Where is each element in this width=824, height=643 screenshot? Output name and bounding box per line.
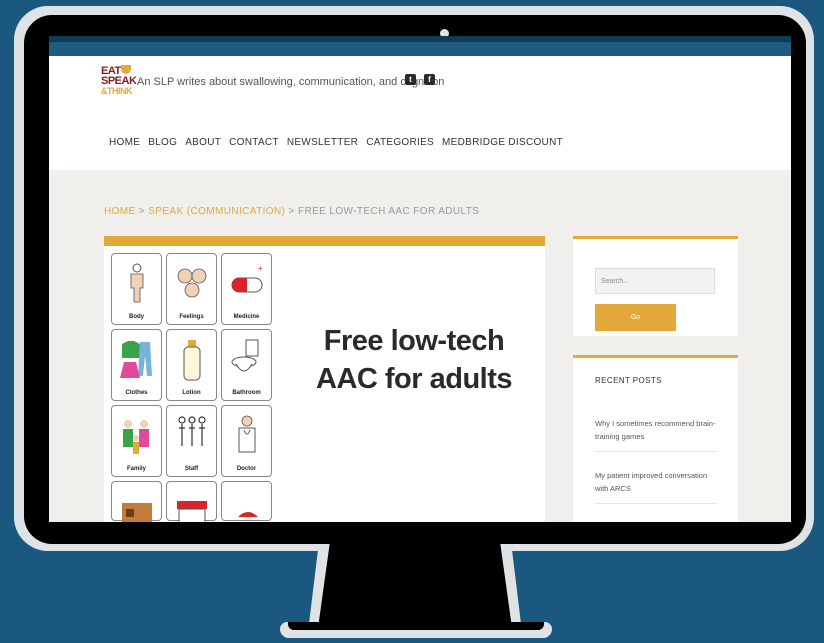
breadcrumb-separator: > — [285, 206, 298, 217]
article-title[interactable]: Free low-tech AAC for adults — [304, 322, 524, 398]
aac-label: Family — [126, 466, 146, 472]
logo-line-3: &THINK — [101, 86, 133, 96]
svg-text:+: + — [258, 264, 263, 273]
breadcrumb-current: FREE LOW-TECH AAC FOR ADULTS — [297, 206, 480, 217]
recent-posts-title: RECENT POSTS — [595, 376, 662, 385]
top-bar — [49, 36, 791, 56]
stage: EAT SPEAK &THINK An SLP writes about swa… — [0, 0, 824, 643]
body-icon — [130, 263, 144, 303]
nav-about[interactable]: ABOUT — [185, 137, 221, 148]
aac-cell-feelings: Feelings — [166, 253, 217, 325]
main-nav: HOME BLOG ABOUT CONTACT NEWSLETTER CATEG… — [109, 137, 563, 148]
monitor-stand — [318, 544, 512, 628]
site-logo[interactable]: EAT SPEAK &THINK — [101, 65, 137, 96]
logo-line-2: SPEAK — [101, 75, 137, 87]
twitter-icon[interactable]: t — [405, 74, 416, 85]
aac-label: Feelings — [179, 314, 204, 320]
aac-cell-clothes: Clothes — [111, 329, 162, 401]
breadcrumb: HOME > SPEAK (COMMUNICATION) > FREE LOW-… — [104, 206, 479, 217]
aac-cell-medicine: + Medicine — [221, 253, 272, 325]
site-header: EAT SPEAK &THINK An SLP writes about swa… — [49, 56, 791, 170]
browser-screen: EAT SPEAK &THINK An SLP writes about swa… — [49, 36, 791, 522]
aac-cell-doctor: Doctor — [221, 405, 272, 477]
aac-cell-partial — [166, 481, 217, 522]
aac-label: Lotion — [182, 390, 201, 396]
article-title-line-1: Free low-tech — [323, 325, 505, 357]
article-card: Body Feelings + Medicine Clothes Lotion — [104, 236, 545, 522]
lotion-icon — [183, 340, 201, 381]
breadcrumb-category[interactable]: SPEAK (COMMUNICATION) — [148, 206, 285, 217]
shop-awning-icon — [177, 501, 207, 522]
aac-cell-partial — [221, 481, 272, 521]
search-widget: Search.. Go — [573, 236, 738, 336]
nav-blog[interactable]: BLOG — [148, 137, 177, 148]
breadcrumb-home[interactable]: HOME — [104, 206, 136, 217]
site-tagline: An SLP writes about swallowing, communic… — [137, 76, 445, 88]
breadcrumb-separator: > — [135, 206, 149, 217]
aac-label: Bathroom — [232, 390, 261, 396]
aac-label: Clothes — [125, 390, 148, 396]
recent-post-link[interactable]: My patient improved conversation with AR… — [595, 469, 717, 504]
red-object-icon — [238, 512, 258, 517]
aac-cell-lotion: Lotion — [166, 329, 217, 401]
toilet-icon — [231, 339, 259, 372]
doctor-icon — [238, 415, 256, 453]
facebook-icon[interactable]: f — [424, 74, 435, 85]
aac-label: Doctor — [236, 466, 257, 472]
staff-icon — [178, 416, 206, 446]
nav-contact[interactable]: CONTACT — [229, 137, 279, 148]
pill-icon: + — [231, 264, 263, 293]
recent-post-link[interactable]: Why I sometimes recommend brain-training… — [595, 417, 717, 452]
article-accent-bar — [104, 236, 545, 246]
aac-cell-body: Body — [111, 253, 162, 325]
aac-label: Medicine — [233, 314, 260, 320]
aac-cell-family: Family — [111, 405, 162, 477]
nav-home[interactable]: HOME — [109, 137, 140, 148]
aac-cell-staff: Staff — [166, 405, 217, 477]
article-title-line-2: AAC for adults — [316, 363, 513, 395]
social-links: t f — [405, 74, 435, 85]
nav-newsletter[interactable]: NEWSLETTER — [287, 137, 358, 148]
store-icon — [122, 503, 152, 522]
monitor-base — [280, 622, 552, 638]
aac-cell-partial — [111, 481, 162, 522]
feelings-icon — [177, 268, 207, 298]
nav-categories[interactable]: CATEGORIES — [366, 137, 434, 148]
search-go-button[interactable]: Go — [595, 304, 676, 331]
aac-cell-bathroom: Bathroom — [221, 329, 272, 401]
nav-medbridge-discount[interactable]: MEDBRIDGE DISCOUNT — [442, 137, 563, 148]
family-icon — [123, 420, 149, 454]
recent-posts-widget: RECENT POSTS Why I sometimes recommend b… — [573, 355, 738, 522]
search-input[interactable]: Search.. — [595, 268, 715, 294]
aac-label: Staff — [184, 466, 199, 472]
aac-label: Body — [129, 314, 144, 320]
clothes-icon — [120, 341, 152, 378]
